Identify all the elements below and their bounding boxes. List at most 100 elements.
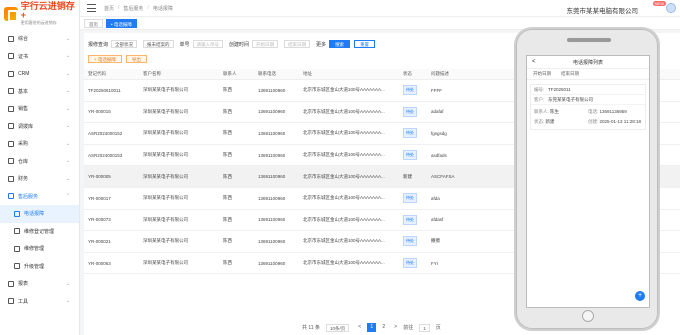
header-status: 状态: [403, 71, 412, 76]
sidebar-item-after-sales[interactable]: 售后服务 ⌃: [0, 188, 79, 206]
chevron-down-icon: ⌄: [65, 140, 70, 147]
phone-report-card[interactable]: 编号: TF2025011 客户: 东莞某某电子有限公司 联系人: 陈生 电话:…: [530, 84, 646, 130]
cell-customer: 深圳某某电子有限公司: [143, 173, 188, 179]
phone-date-end[interactable]: 结束日期: [561, 71, 579, 77]
file-icon: [8, 53, 14, 60]
number-input[interactable]: 请输入单号: [192, 40, 224, 48]
cell-status: 待处: [403, 106, 431, 117]
cell-customer: 深圳某某电子有限公司: [143, 87, 188, 93]
breadcrumb: 首页 / 售后服务 / 电话报障: [104, 5, 173, 12]
search-button[interactable]: 搜索: [329, 40, 351, 48]
pagination: 共 11 条 10条/页 < 1 2 > 前往 1 页: [302, 323, 447, 332]
sidebar-item-label: 仓库: [18, 158, 29, 165]
goto-page-input[interactable]: 1: [419, 323, 430, 332]
phone-date-start[interactable]: 开始日期: [533, 71, 551, 77]
sidebar-item-label: 证书: [18, 53, 29, 60]
sidebar-item-label: 工具: [18, 298, 29, 305]
status-badge: 新建: [403, 173, 412, 179]
card-customer-label: 客户:: [534, 96, 545, 102]
status-badge: 待处: [403, 236, 417, 247]
export-button[interactable]: 导出: [125, 55, 147, 63]
cell-status: 待处: [403, 193, 431, 204]
sidebar-item-basic[interactable]: 基本 ⌄: [0, 83, 79, 101]
cell-code: YR-000063: [88, 260, 111, 266]
status-select[interactable]: 全部状况: [111, 40, 138, 48]
card-time-value: 2025-01-13 11:28:18: [599, 119, 641, 124]
sidebar-item-crm[interactable]: CRM ⌄: [0, 65, 79, 83]
chevron-down-icon: ⌄: [65, 298, 70, 305]
cell-description: fgsgsdg: [431, 130, 447, 136]
logo-title: 宇行云进销存+: [20, 1, 75, 20]
page-size-select[interactable]: 10条/页: [325, 323, 350, 332]
header-code: 登记代码: [88, 71, 106, 76]
sidebar-item-warehouse[interactable]: 仓库 ⌄: [0, 153, 79, 171]
cell-phone: 13691100960: [258, 195, 286, 201]
sidebar-item-finance[interactable]: 财务 ⌄: [0, 170, 79, 188]
next-page-button[interactable]: >: [391, 323, 400, 332]
avatar[interactable]: [666, 3, 676, 13]
add-report-button[interactable]: + 电话报障: [88, 55, 122, 63]
cell-code: ASR2024000153: [88, 152, 123, 158]
status-badge: 待处: [403, 214, 417, 225]
sidebar-subitem-repair-manage[interactable]: 维修管理: [0, 240, 79, 258]
cell-phone: 13691100960: [258, 152, 286, 158]
date-end-input[interactable]: 结束日期: [284, 40, 311, 48]
case-select[interactable]: 报未结案的: [143, 40, 174, 48]
card-status-value: 新建: [545, 119, 555, 124]
chevron-down-icon: ⌄: [65, 53, 70, 60]
breadcrumb-section[interactable]: 售后服务: [123, 5, 143, 12]
sidebar-item-label: 电话报障: [24, 211, 45, 218]
cell-code: YR-000017: [88, 195, 111, 201]
sidebar-item-overview[interactable]: 综合 ⌄: [0, 30, 79, 48]
header-contact: 联系人: [223, 71, 237, 76]
cart-icon: [8, 105, 14, 112]
date-start-input[interactable]: 开始日期: [252, 40, 279, 48]
cell-status: 待处: [403, 258, 431, 269]
cell-status: 待处: [403, 150, 431, 161]
sidebar-subitem-repair-register[interactable]: 维修登记管理: [0, 222, 79, 240]
tab-home[interactable]: 首页: [84, 18, 103, 28]
money-icon: [8, 175, 14, 182]
page-2-button[interactable]: 2: [379, 323, 388, 332]
cell-address: 北京市东城区金山大道100号AAAAAAA...: [303, 260, 385, 266]
tab-phone-report[interactable]: • 电话报障: [106, 18, 137, 28]
more-link[interactable]: 更多: [316, 41, 326, 48]
back-arrow-icon[interactable]: <: [532, 59, 536, 65]
chart-icon: [8, 280, 14, 287]
cell-address: 北京市东城区金山大道100号AAAAAAA...: [303, 195, 385, 201]
prev-page-button[interactable]: <: [355, 323, 364, 332]
sidebar-subitem-upgrade[interactable]: 升级管理: [0, 257, 79, 275]
sidebar-item-tools[interactable]: 工具 ⌄: [0, 293, 79, 311]
upgrade-icon: [14, 263, 20, 270]
page-1-button[interactable]: 1: [367, 323, 377, 332]
sidebar-item-transfer[interactable]: 调拨库 ⌄: [0, 118, 79, 136]
phone-title: 电话报障列表: [572, 59, 603, 66]
breadcrumb-home[interactable]: 首页: [104, 5, 114, 12]
sidebar-item-label: 售后服务: [18, 193, 39, 200]
cell-code: ASR2024000152: [88, 130, 123, 136]
sidebar-subitem-phone-report[interactable]: 电话报障: [0, 205, 79, 223]
total-count: 共 11 条: [302, 325, 320, 331]
card-number-row: 编号: TF2025011: [531, 85, 645, 95]
cell-customer: 深圳某某电子有限公司: [143, 195, 188, 201]
add-fab-button[interactable]: +: [635, 291, 645, 301]
status-badge: 待处: [403, 85, 417, 96]
top-bar: 首页 / 售后服务 / 电话报障 东莞市某某电脑有限公司 NEW: [80, 0, 680, 17]
users-icon: [8, 70, 14, 77]
phone-icon: [14, 210, 20, 217]
sidebar-item-label: 维修管理: [24, 246, 45, 253]
card-contact-value: 陈生: [550, 109, 560, 114]
cell-phone: 13691100960: [258, 238, 286, 244]
cell-customer: 深圳某某电子有限公司: [143, 152, 188, 158]
status-badge: 待处: [403, 106, 417, 117]
sidebar-item-reports[interactable]: 报表 ⌄: [0, 275, 79, 293]
reset-button[interactable]: 重置: [354, 40, 376, 48]
sidebar-item-sales[interactable]: 销售 ⌄: [0, 100, 79, 118]
phone-screen: < 电话报障列表 开始日期 结束日期 编号: TF2025011 客户: 东莞某…: [526, 55, 650, 308]
sidebar-item-purchase[interactable]: 采购 ⌄: [0, 135, 79, 153]
cell-description: afda: [431, 195, 440, 201]
menu-toggle-icon[interactable]: [87, 4, 96, 12]
sidebar-item-cert[interactable]: 证书 ⌄: [0, 48, 79, 66]
cell-address: 北京市东城区金山大道100号AAAAAAA...: [303, 238, 385, 244]
sidebar-item-label: 财务: [18, 176, 29, 183]
